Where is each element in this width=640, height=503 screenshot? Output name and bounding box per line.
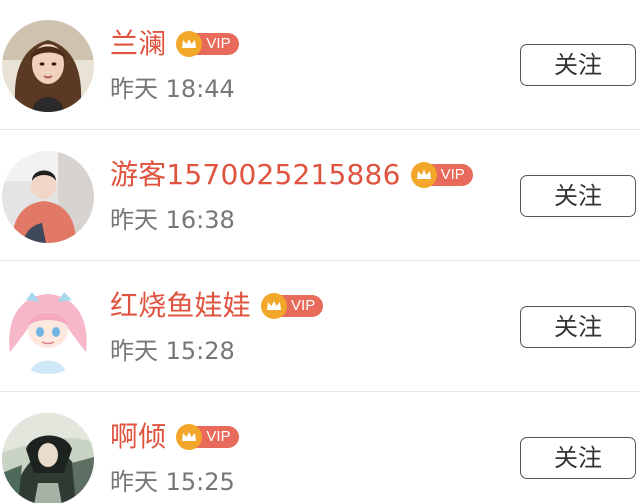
girl-photo-avatar-icon: [2, 151, 94, 243]
list-item[interactable]: 啊倾 VIP 昨天 15:25 关注: [0, 393, 640, 503]
vip-label: VIP: [196, 426, 239, 448]
name-line: 兰澜 VIP: [110, 22, 239, 66]
name-line: 红烧鱼娃娃 VIP: [110, 284, 324, 328]
vip-badge: VIP: [176, 424, 239, 450]
list-item[interactable]: 游客1570025215886 VIP 昨天 16:38 关注: [0, 131, 640, 261]
follow-button[interactable]: 关注: [520, 437, 636, 479]
name-line: 啊倾 VIP: [110, 415, 239, 459]
user-name[interactable]: 啊倾: [110, 415, 166, 459]
vip-label: VIP: [430, 164, 473, 186]
avatar[interactable]: [2, 282, 94, 374]
timestamp: 昨天 18:44: [110, 75, 235, 103]
illustration-avatar-icon: [2, 413, 94, 503]
follow-button[interactable]: 关注: [520, 44, 636, 86]
vip-label: VIP: [281, 295, 324, 317]
crown-icon: [410, 162, 437, 188]
crown-icon: [261, 293, 288, 319]
timestamp: 昨天 16:38: [110, 206, 235, 234]
woman-portrait-avatar-icon: [2, 20, 94, 112]
user-name[interactable]: 兰澜: [110, 22, 166, 66]
follow-button[interactable]: 关注: [520, 175, 636, 217]
avatar[interactable]: [2, 151, 94, 243]
list-item[interactable]: 兰澜 VIP 昨天 18:44 关注: [0, 0, 640, 130]
user-list: 兰澜 VIP 昨天 18:44 关注 游客1570025215886 VIP 昨…: [0, 0, 640, 503]
timestamp: 昨天 15:25: [110, 468, 235, 496]
vip-badge: VIP: [410, 162, 473, 188]
vip-label: VIP: [196, 33, 239, 55]
user-name[interactable]: 红烧鱼娃娃: [110, 284, 251, 328]
timestamp: 昨天 15:28: [110, 337, 235, 365]
avatar[interactable]: [2, 20, 94, 112]
user-name[interactable]: 游客1570025215886: [110, 153, 401, 197]
anime-girl-avatar-icon: [2, 282, 94, 374]
vip-badge: VIP: [176, 31, 239, 57]
avatar[interactable]: [2, 413, 94, 503]
vip-badge: VIP: [261, 293, 324, 319]
list-item[interactable]: 红烧鱼娃娃 VIP 昨天 15:28 关注: [0, 262, 640, 392]
follow-button[interactable]: 关注: [520, 306, 636, 348]
name-line: 游客1570025215886 VIP: [110, 153, 473, 197]
